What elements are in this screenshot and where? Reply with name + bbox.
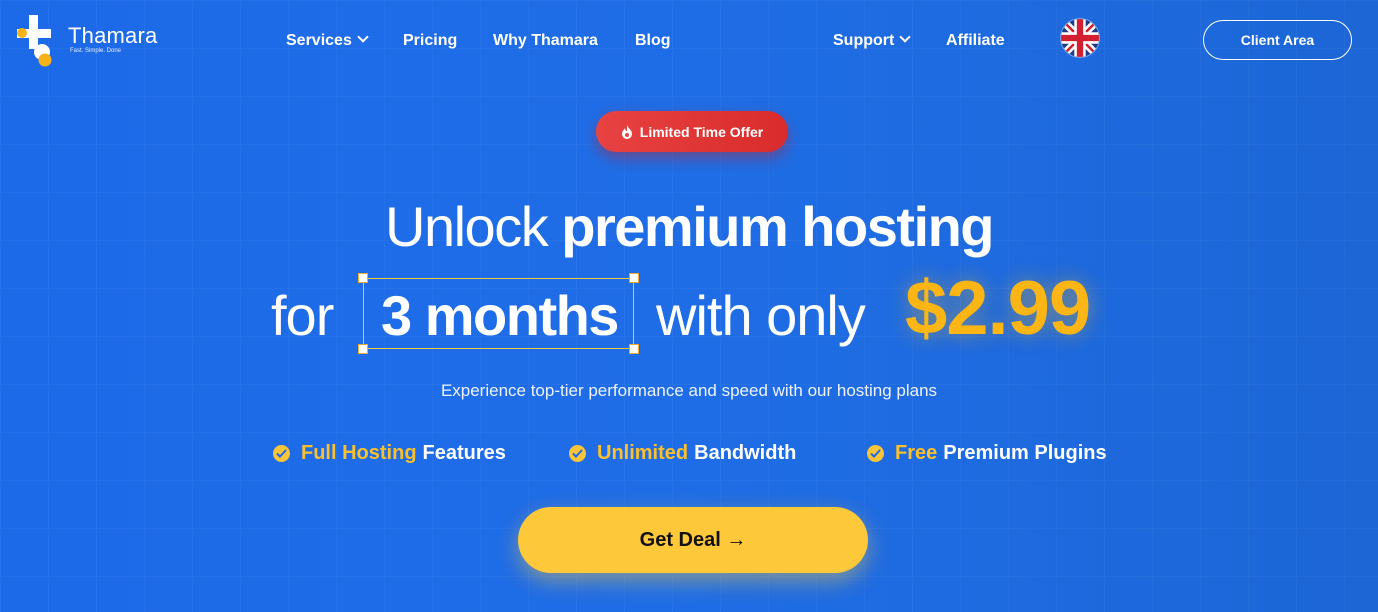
check-icon: [569, 445, 586, 462]
feature-highlight: Full Hosting: [301, 442, 417, 464]
nav-support[interactable]: Support: [833, 31, 911, 50]
selection-handle: [629, 273, 639, 283]
nav-support-label: Support: [833, 32, 895, 49]
nav-blog[interactable]: Blog: [635, 32, 671, 50]
nav-pricing[interactable]: Pricing: [403, 32, 457, 50]
feature-full-hosting: Full Hosting Features: [273, 442, 506, 465]
limited-offer-label: Limited Time Offer: [639, 123, 764, 140]
feature-unlimited-bandwidth: Unlimited Bandwidth: [569, 442, 796, 465]
brand-tagline: Fast. Simple. Done: [70, 48, 122, 54]
headline-unlock: Unlock: [385, 195, 562, 258]
uk-flag-icon[interactable]: [1061, 19, 1099, 57]
feature-highlight: Unlimited: [597, 442, 689, 464]
headline-price: $2.99: [905, 266, 1091, 351]
nav-affiliate[interactable]: Affiliate: [946, 32, 1005, 50]
client-area-button[interactable]: Client Area: [1203, 20, 1352, 60]
headline-months: 3 months: [381, 284, 619, 347]
headline-line1: Unlock premium hosting: [0, 194, 1378, 259]
headline-for: for: [271, 284, 334, 347]
brand-name: Thamara: [68, 23, 158, 48]
logo[interactable]: Thamara Fast. Simple. Done: [17, 15, 177, 69]
chevron-down-icon: [357, 31, 369, 43]
check-icon: [867, 445, 884, 462]
headline-premium-hosting: premium hosting: [561, 195, 994, 258]
feature-text: Premium Plugins: [943, 442, 1107, 464]
feature-free-plugins: Free Premium Plugins: [867, 442, 1107, 465]
feature-text: Bandwidth: [694, 442, 797, 464]
fire-icon: [621, 124, 632, 139]
get-deal-button[interactable]: Get Deal →: [518, 507, 868, 573]
hero-subtitle: Experience top-tier performance and spee…: [440, 381, 938, 400]
limited-offer-badge: Limited Time Offer: [596, 111, 788, 152]
months-highlight-box: 3 months: [358, 273, 639, 354]
chevron-down-icon: [899, 31, 911, 43]
feature-highlight: Free: [895, 442, 938, 464]
nav-services-label: Services: [286, 32, 352, 49]
nav-services[interactable]: Services: [286, 31, 369, 50]
check-icon: [273, 445, 290, 462]
logo-mark-icon: [17, 15, 52, 67]
headline-with-only: with only: [656, 284, 866, 347]
feature-text: Features: [422, 442, 506, 464]
uk-flag-graphic: [1061, 19, 1099, 57]
selection-handle: [358, 273, 368, 283]
nav-why-thamara[interactable]: Why Thamara: [493, 32, 598, 50]
